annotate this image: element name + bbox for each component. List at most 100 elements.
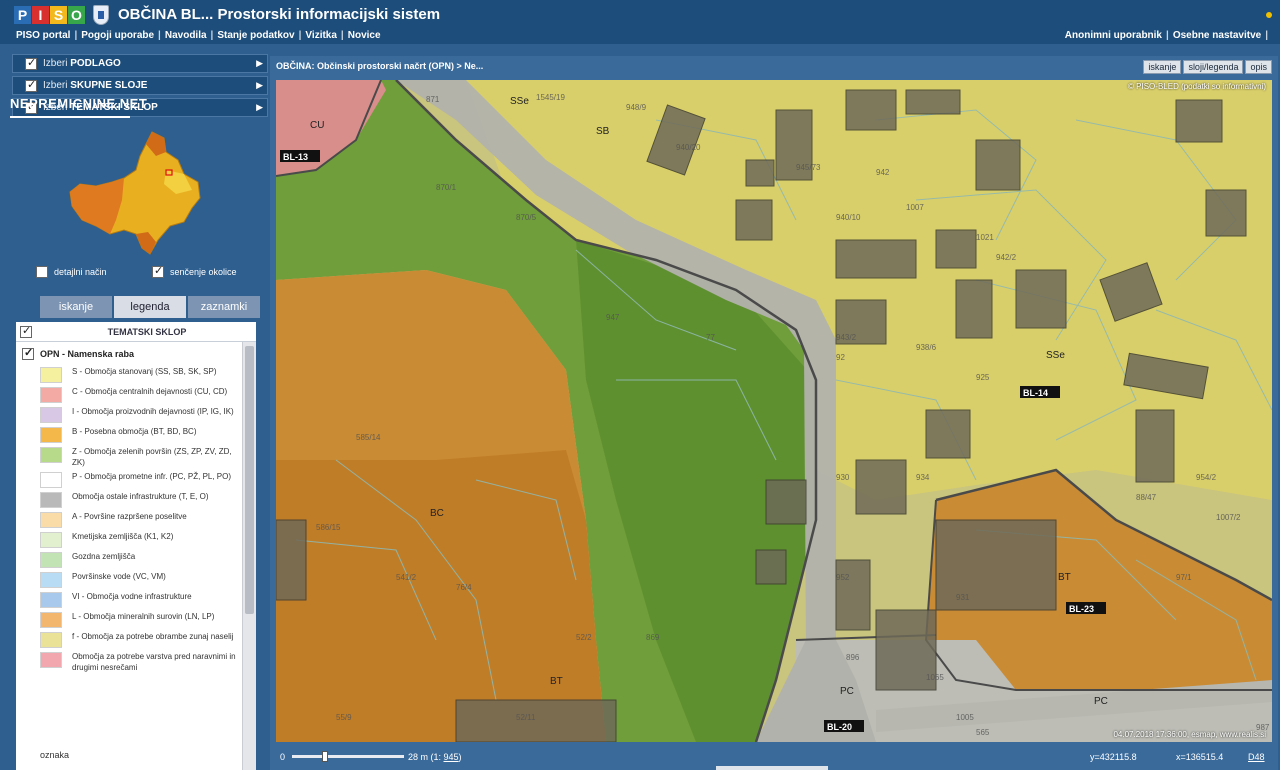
thematic-set-checkbox[interactable] <box>20 324 32 338</box>
parcel-number: 948/9 <box>626 103 647 112</box>
layer-select-basemap[interactable]: Izberi PODLAGO ▶ <box>12 54 268 73</box>
parcel-number: 52/11 <box>516 713 536 722</box>
layer-select-common[interactable]: Izberi SKUPNE SLOJE ▶ <box>12 76 268 95</box>
block-label: BL-23 <box>1069 604 1094 614</box>
coord-system-link[interactable]: D48 <box>1248 752 1265 762</box>
panel-resize-handle[interactable] <box>716 766 828 770</box>
zone-label: SSe <box>510 96 529 107</box>
parcel-number: 954/2 <box>1196 473 1217 482</box>
legend-item-label: A - Površine razpršene poselitve <box>72 512 187 521</box>
piso-logo[interactable]: P I S O <box>14 6 86 24</box>
legend-item: Gozdna zemljišča <box>16 551 256 568</box>
parcel-number: 952 <box>836 573 850 582</box>
parcel-number: 541/2 <box>396 573 417 582</box>
legend-item: f - Območja za potrebe obrambe zunaj nas… <box>16 631 256 648</box>
chevron-right-icon[interactable]: ▶ <box>256 102 263 113</box>
menu-pogoji-uporabe[interactable]: Pogoji uporabe <box>81 30 154 41</box>
scale-text: 28 m (1: <box>408 752 444 762</box>
legend-swatch <box>40 447 62 463</box>
basemap-checkbox[interactable] <box>25 56 37 70</box>
legend-swatch <box>40 367 62 383</box>
copyright-notice: © PISO-BLED (podatki so informativni) <box>1128 82 1266 91</box>
legend-item-label: L - Območja mineralnih surovin (LN, LP) <box>72 612 215 621</box>
menu-piso-portal[interactable]: PISO portal <box>16 30 70 41</box>
map-canvas[interactable]: SSe SB CU BC BT SSe BT PC PC BL-13 BL-14… <box>276 80 1272 742</box>
tab-zaznamki[interactable]: zaznamki <box>188 296 260 318</box>
scale-link[interactable]: 945 <box>444 752 459 762</box>
parcel-number: 930 <box>836 473 850 482</box>
coord-y-readout: y=432115.8 <box>1090 752 1137 762</box>
legend-swatch <box>40 387 62 403</box>
map-toolbar: iskanje sloji/legenda opis <box>1141 60 1272 74</box>
legend-swatch <box>40 652 62 668</box>
menu-personal-settings[interactable]: Osebne nastavitve <box>1173 30 1261 41</box>
chevron-right-icon[interactable]: ▶ <box>256 58 263 69</box>
panel-tabs: iskanje legenda zaznamki <box>40 296 262 318</box>
map-tool-layers[interactable]: sloji/legenda <box>1183 60 1244 74</box>
block-label: BL-13 <box>283 152 308 162</box>
legend-item-label: Kmetijska zemljišča (K1, K2) <box>72 532 174 541</box>
legend-swatch <box>40 427 62 443</box>
coord-x-readout: x=136515.4 <box>1176 752 1224 762</box>
tab-legenda[interactable]: legenda <box>114 296 186 318</box>
legend-swatch <box>40 472 62 488</box>
legend-item-label: Območja za potrebe varstva pred naravnim… <box>72 652 236 672</box>
shading-checkbox[interactable] <box>152 264 164 278</box>
app-title: OBČINA BL... Prostorski informacijski si… <box>118 6 441 23</box>
opn-checkbox[interactable] <box>22 346 34 360</box>
legend-swatch <box>40 492 62 508</box>
menu-bar: PISO portal | Pogoji uporabe | Navodila | Stan… <box>0 30 1280 44</box>
common-layers-checkbox[interactable] <box>25 78 37 92</box>
parcel-number: 97/1 <box>1176 573 1192 582</box>
menu-navodila[interactable]: Navodila <box>165 30 207 41</box>
legend-item-label: I - Območja proizvodnih dejavnosti (IP, … <box>72 407 234 416</box>
chevron-right-icon[interactable]: ▶ <box>256 80 263 91</box>
legend-item-label: Z - Območja zelenih površin (ZS, ZP, ZV,… <box>72 447 232 467</box>
legend-item: C - Območja centralnih dejavnosti (CU, C… <box>16 386 256 403</box>
legend-swatch <box>40 512 62 528</box>
zoom-slider-thumb[interactable] <box>322 751 328 762</box>
header-bar: P I S O OBČINA BL... Prostorski informac… <box>0 0 1280 30</box>
parcel-number: 55/9 <box>336 713 352 722</box>
overview-map[interactable] <box>66 130 206 260</box>
legend-item: S - Območja stanovanj (SS, SB, SK, SP) <box>16 366 256 383</box>
legend-scrollbar-thumb[interactable] <box>245 346 254 614</box>
legend-scrollbar[interactable] <box>242 342 256 770</box>
zone-label: BC <box>430 508 444 519</box>
detail-checkbox[interactable] <box>36 266 48 278</box>
menu-anonymous-user[interactable]: Anonimni uporabnik <box>1065 30 1162 41</box>
parcel-number: 942 <box>876 168 890 177</box>
legend-item-label: C - Območja centralnih dejavnosti (CU, C… <box>72 387 228 396</box>
tab-iskanje[interactable]: iskanje <box>40 296 112 318</box>
parcel-number: 925 <box>976 373 990 382</box>
basemap-label: Izberi PODLAGO <box>43 58 121 69</box>
legend-footer: oznaka <box>40 750 70 760</box>
legend-swatch <box>40 532 62 548</box>
legend-item-label: Območja ostale infrastrukture (T, E, O) <box>72 492 209 501</box>
legend-swatch <box>40 592 62 608</box>
status-bar: 0 28 m (1: 945) y=432115.8 x=136515.4 D4… <box>276 746 1276 768</box>
menu-vizitka[interactable]: Vizitka <box>305 30 337 41</box>
map-tool-search[interactable]: iskanje <box>1143 60 1182 74</box>
shading-label: senčenje okolice <box>170 267 237 277</box>
legend-list: S - Območja stanovanj (SS, SB, SK, SP) C … <box>16 366 256 673</box>
legend-group-title: OPN - Namenska raba <box>40 349 135 359</box>
legend-item: B - Posebna območja (BT, BD, BC) <box>16 426 256 443</box>
menu-novice[interactable]: Novice <box>348 30 381 41</box>
legend-item-label: B - Posebna območja (BT, BD, BC) <box>72 427 197 436</box>
watermark: NEPREMICNINE.NET <box>10 96 148 111</box>
legend-item: Območja za potrebe varstva pred naravnim… <box>16 651 256 673</box>
map-tool-description[interactable]: opis <box>1245 60 1272 74</box>
parcel-number: 1065 <box>926 673 944 682</box>
zoom-slider[interactable] <box>292 751 404 762</box>
logo-letter-o: O <box>68 6 85 24</box>
detail-option[interactable]: detajlni način <box>36 266 107 278</box>
parcel-number: 1005 <box>956 713 974 722</box>
detail-label: detajlni način <box>54 267 107 277</box>
parcel-number: 947 <box>606 313 620 322</box>
menu-stanje-podatkov[interactable]: Stanje podatkov <box>217 30 294 41</box>
watermark-underline <box>10 116 130 118</box>
user-menu: Anonimni uporabnik | Osebne nastavitve | <box>1064 30 1268 41</box>
parcel-number: 940/20 <box>676 143 701 152</box>
shading-option[interactable]: senčenje okolice <box>152 264 237 278</box>
